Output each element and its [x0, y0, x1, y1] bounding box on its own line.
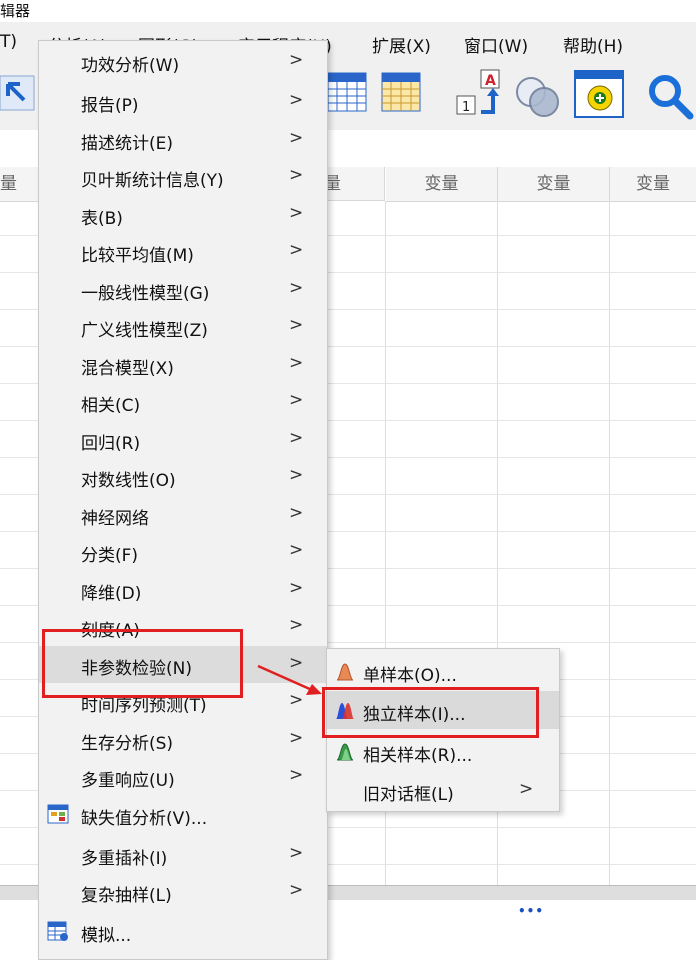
- menu-item-regression[interactable]: 回归(R) >: [39, 421, 327, 458]
- related-samples-icon: [336, 743, 354, 761]
- submenu-item-one-sample[interactable]: 单样本(O)...: [327, 652, 559, 690]
- search-icon[interactable]: [646, 72, 696, 120]
- menu-item-compare-means[interactable]: 比较平均值(M) >: [39, 233, 327, 270]
- chevron-right-icon: >: [289, 540, 304, 560]
- chevron-right-icon: >: [289, 880, 304, 900]
- menu-item-classify[interactable]: 分类(F) >: [39, 533, 327, 570]
- menu-item-label: 报告(P): [81, 96, 139, 116]
- menu-item-tables[interactable]: 表(B) >: [39, 196, 327, 233]
- menu-item-generalized-linear-models[interactable]: 广义线性模型(Z) >: [39, 308, 327, 345]
- chevron-right-icon: >: [519, 779, 534, 799]
- menu-item-label: 描述统计(E): [81, 134, 174, 154]
- menu-item-label: 降维(D): [81, 584, 142, 604]
- chevron-right-icon: >: [289, 578, 304, 598]
- chevron-right-icon: >: [289, 765, 304, 785]
- menu-item-dimension-reduction[interactable]: 降维(D) >: [39, 571, 327, 608]
- chevron-right-icon: >: [289, 128, 304, 148]
- chevron-right-icon: >: [289, 428, 304, 448]
- menu-item-missing-value-analysis[interactable]: 缺失值分析(V)...: [39, 796, 327, 833]
- analyze-menu: 功效分析(W) > 报告(P) > 描述统计(E) > 贝叶斯统计信息(Y) > 表(B…: [38, 40, 328, 960]
- menu-window[interactable]: 窗口(W): [464, 32, 528, 57]
- column-header[interactable]: 变量: [498, 167, 610, 202]
- menu-item-label: 一般线性模型(G): [81, 284, 210, 304]
- annotation-arrow-icon: [257, 664, 322, 695]
- submenu-item-label: 单样本(O)...: [363, 666, 457, 686]
- chevron-right-icon: >: [289, 50, 304, 70]
- menu-item-simulation[interactable]: 模拟...: [39, 913, 327, 950]
- chevron-right-icon: >: [289, 465, 304, 485]
- add-variable-icon[interactable]: [574, 70, 626, 120]
- menu-item-loglinear[interactable]: 对数线性(O) >: [39, 458, 327, 495]
- menu-item-mixed-models[interactable]: 混合模型(X) >: [39, 346, 327, 383]
- menu-extensions[interactable]: 扩展(X): [372, 32, 431, 57]
- menu-item-label: 功效分析(W): [81, 56, 180, 76]
- menu-item-multiple-response[interactable]: 多重响应(U) >: [39, 758, 327, 795]
- chevron-right-icon: >: [289, 353, 304, 373]
- window-title: 辑器: [0, 2, 31, 20]
- menu-item-power-analysis[interactable]: 功效分析(W) >: [39, 43, 327, 80]
- chevron-right-icon: >: [289, 728, 304, 748]
- svg-text:1: 1: [462, 100, 470, 115]
- data-view-grid-icon[interactable]: [327, 72, 367, 112]
- submenu-item-legacy-dialogs[interactable]: 旧对话框(L) >: [327, 771, 559, 809]
- chevron-right-icon: >: [289, 203, 304, 223]
- grid-column-divider: [609, 201, 610, 885]
- menu-item-neural-networks[interactable]: 神经网络 >: [39, 496, 327, 533]
- menu-item-label: 表(B): [81, 209, 123, 229]
- chevron-right-icon: >: [289, 278, 304, 298]
- menu-item-multiple-imputation[interactable]: 多重插补(I) >: [39, 836, 327, 873]
- menu-item-label: 生存分析(S): [81, 734, 174, 754]
- menu-transform[interactable]: T): [0, 32, 17, 52]
- menu-item-survival[interactable]: 生存分析(S) >: [39, 721, 327, 758]
- value-labels-icon[interactable]: A 1: [455, 68, 503, 118]
- column-header[interactable]: 变量: [610, 167, 696, 202]
- menu-item-label: 多重响应(U): [81, 771, 175, 791]
- menu-item-label: 缺失值分析(V)...: [81, 809, 208, 829]
- chevron-right-icon: >: [289, 615, 304, 635]
- chevron-right-icon: >: [289, 165, 304, 185]
- menu-item-label: 贝叶斯统计信息(Y): [81, 171, 224, 191]
- menu-help[interactable]: 帮助(H): [563, 32, 623, 57]
- svg-text:A: A: [485, 73, 496, 89]
- menu-item-label: 相关(C): [81, 396, 141, 416]
- menu-item-label: 复杂抽样(L): [81, 886, 172, 906]
- menu-item-complex-samples[interactable]: 复杂抽样(L) >: [39, 873, 327, 910]
- menu-item-label: 比较平均值(M): [81, 246, 194, 266]
- chevron-right-icon: >: [289, 90, 304, 110]
- column-header[interactable]: 变量: [386, 167, 498, 202]
- simulation-icon: [47, 921, 68, 941]
- column-header[interactable]: 量: [0, 167, 41, 202]
- annotation-highlight-box: [322, 687, 539, 738]
- menu-item-label: 对数线性(O): [81, 471, 176, 491]
- chevron-right-icon: >: [289, 503, 304, 523]
- menu-item-general-linear-model[interactable]: 一般线性模型(G) >: [39, 271, 327, 308]
- chevron-right-icon: >: [289, 315, 304, 335]
- submenu-item-label: 相关样本(R)...: [363, 746, 473, 766]
- menu-item-descriptive-statistics[interactable]: 描述统计(E) >: [39, 121, 327, 158]
- menu-item-label: 神经网络: [81, 509, 149, 529]
- annotation-highlight-box: [42, 629, 243, 698]
- splitter-handle-icon[interactable]: •••: [518, 904, 544, 918]
- menu-item-bayesian-statistics[interactable]: 贝叶斯统计信息(Y) >: [39, 158, 327, 195]
- use-sets-icon[interactable]: [513, 72, 563, 120]
- menu-item-reports[interactable]: 报告(P) >: [39, 83, 327, 120]
- menu-item-correlate[interactable]: 相关(C) >: [39, 383, 327, 420]
- menu-item-label: 模拟...: [81, 926, 132, 946]
- menu-item-label: 广义线性模型(Z): [81, 321, 208, 341]
- chevron-right-icon: >: [289, 843, 304, 863]
- chevron-right-icon: >: [289, 240, 304, 260]
- menu-item-label: 分类(F): [81, 546, 139, 566]
- missing-value-icon: [47, 804, 69, 824]
- variable-view-grid-icon[interactable]: [381, 72, 421, 112]
- menu-item-label: 回归(R): [81, 434, 141, 454]
- import-icon[interactable]: [0, 74, 36, 114]
- submenu-item-label: 旧对话框(L): [363, 785, 454, 805]
- window-title-strip: 辑器: [0, 0, 696, 22]
- chevron-right-icon: >: [289, 390, 304, 410]
- menu-item-label: 混合模型(X): [81, 359, 174, 379]
- menu-item-label: 多重插补(I): [81, 849, 168, 869]
